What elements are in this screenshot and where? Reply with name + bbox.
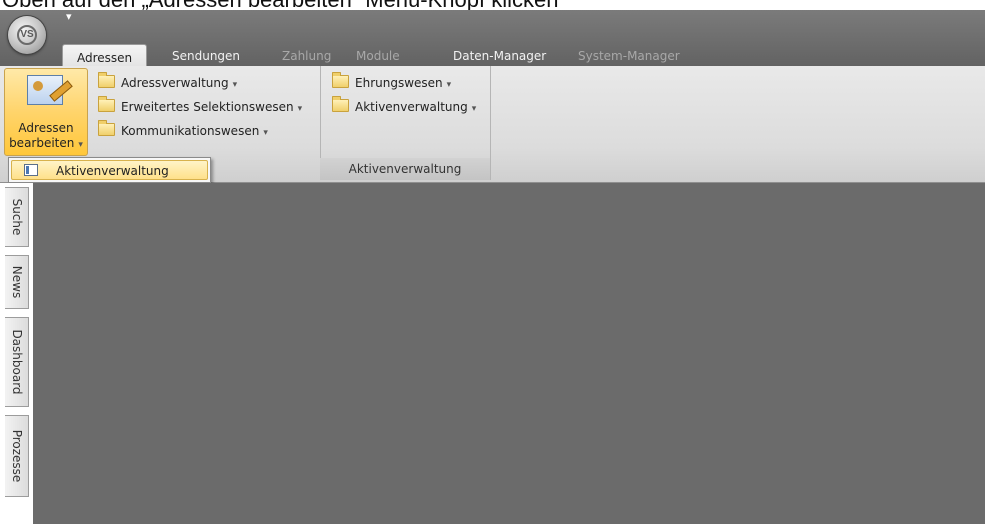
caption-text: Oben auf den „Adressen bearbeiten“ Menü-… — [2, 0, 558, 10]
dropdown-item-label: Aktivenverwaltung — [56, 164, 169, 178]
ribbon-group-aktivenverwaltung: Ehrungswesen ▾ Aktivenverwaltung ▾ Aktiven… — [320, 66, 491, 180]
chevron-down-icon: ▾ — [78, 140, 83, 150]
aktivenverwaltung-ribbon-label: Aktivenverwaltung — [355, 100, 468, 114]
erweitertes-selektionswesen-label: Erweitertes Selektionswesen — [121, 100, 294, 114]
dropdown-item-aktivenverwaltung[interactable]: Aktivenverwaltung — [11, 160, 208, 180]
side-tab-bar: Suche News Dashboard Prozesse — [0, 183, 33, 524]
adressen-bearbeiten-label-2-wrap: bearbeiten ▾ — [5, 136, 87, 150]
side-tab-news-label: News — [9, 265, 24, 299]
app-orb-logo-icon: VS — [17, 25, 37, 45]
folder-icon — [332, 72, 349, 88]
adressen-bearbeiten-label-1: Adressen — [18, 121, 74, 135]
chevron-down-icon: ▾ — [232, 80, 238, 90]
side-tab-prozesse[interactable]: Prozesse — [5, 415, 29, 497]
ribbon-group-label: Aktivenverwaltung — [320, 158, 490, 180]
adressverwaltung-label: Adressverwaltung — [121, 76, 229, 90]
chevron-down-icon: ▾ — [471, 104, 477, 114]
chevron-down-icon: ▾ — [297, 104, 303, 114]
adressen-bearbeiten-button[interactable]: Adressen bearbeiten ▾ — [4, 68, 88, 156]
adressen-bearbeiten-dropdown: Aktivenverwaltung — [8, 157, 211, 183]
side-tab-prozesse-label: Prozesse — [9, 429, 24, 483]
app-orb-button[interactable]: VS — [8, 16, 46, 54]
chevron-down-icon: ▾ — [263, 128, 268, 138]
caption-strip: Oben auf den „Adressen bearbeiten“ Menü-… — [0, 0, 985, 10]
side-tab-news[interactable]: News — [5, 255, 29, 309]
chevron-down-icon: ▾ — [446, 80, 452, 90]
folder-icon — [98, 120, 115, 136]
kommunikationswesen-label: Kommunikationswesen — [121, 124, 260, 138]
ehrungswesen-button[interactable]: Ehrungswesen ▾ — [332, 72, 451, 94]
folder-icon — [98, 72, 115, 88]
aktivenverwaltung-ribbon-button[interactable]: Aktivenverwaltung ▾ — [332, 96, 476, 118]
folder-icon — [332, 96, 349, 112]
side-tab-suche-label: Suche — [9, 198, 24, 236]
adressverwaltung-button[interactable]: Adressverwaltung ▾ — [98, 72, 237, 94]
kommunikationswesen-button[interactable]: Kommunikationswesen ▾ — [98, 120, 268, 142]
tab-bar: VS ▾ Adressen Sendungen Zahlung Module D… — [0, 10, 985, 74]
side-tab-dashboard-label: Dashboard — [9, 329, 24, 395]
adressen-bearbeiten-label-2: bearbeiten — [9, 136, 75, 150]
erweitertes-selektionswesen-button[interactable]: Erweitertes Selektionswesen ▾ — [98, 96, 302, 118]
workspace-area — [33, 183, 985, 524]
folder-icon — [98, 96, 115, 112]
side-tab-dashboard[interactable]: Dashboard — [5, 317, 29, 407]
window-icon — [24, 164, 38, 176]
app-window: VS ▾ Adressen Sendungen Zahlung Module D… — [0, 10, 985, 524]
quick-access-dropdown-icon[interactable]: ▾ — [66, 10, 72, 23]
side-tab-suche[interactable]: Suche — [5, 187, 29, 247]
ehrungswesen-label: Ehrungswesen — [355, 76, 443, 90]
